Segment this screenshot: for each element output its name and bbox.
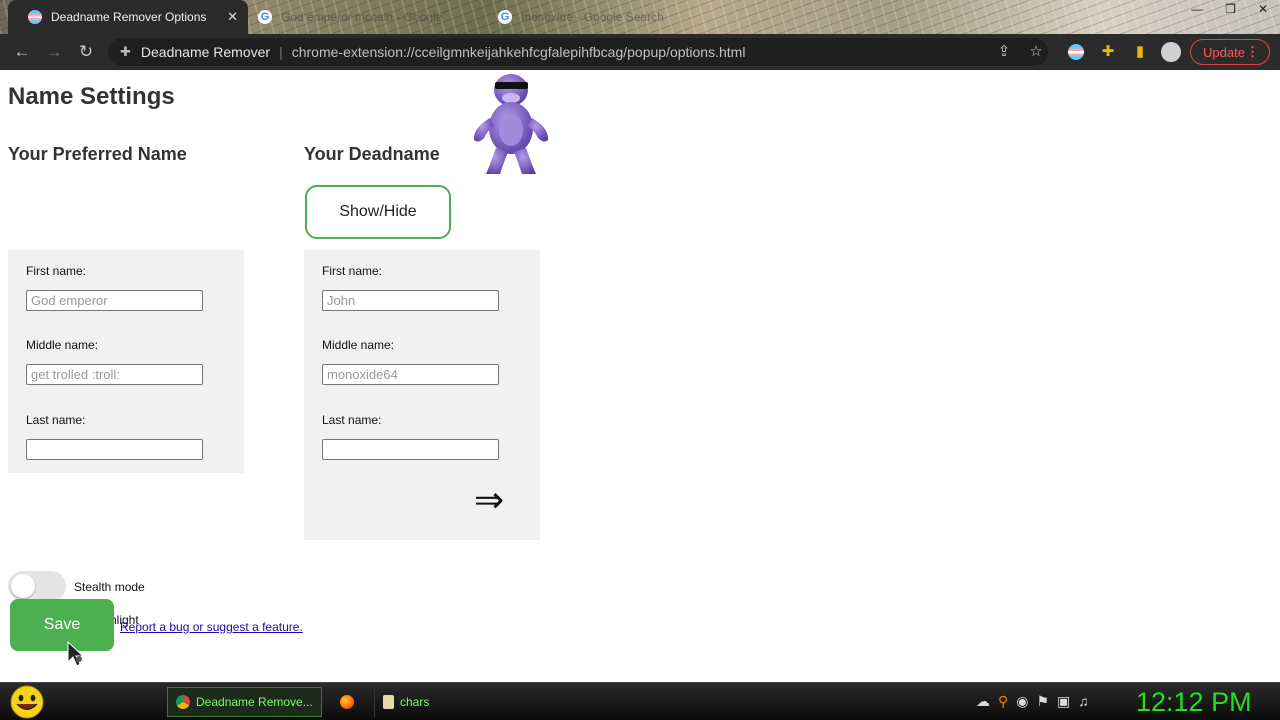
taskbar-clock[interactable]: 12:12 PM	[1136, 686, 1252, 718]
preferred-last-name-input[interactable]	[26, 439, 203, 460]
stealth-mode-label: Stealth mode	[74, 580, 145, 594]
display-icon[interactable]: ▣	[1057, 692, 1070, 710]
stealth-mode-toggle[interactable]	[8, 571, 66, 601]
profile-avatar-icon[interactable]	[1161, 42, 1181, 62]
deadname-middle-name-input[interactable]: monoxide64	[322, 364, 499, 385]
deadname-middle-name-label: Middle name:	[322, 338, 395, 352]
reload-icon[interactable]: ↻	[76, 42, 96, 62]
browser-tab-strip: Deadname Remover Options ✕ G God emperor…	[0, 0, 1280, 34]
search-tray-icon[interactable]: ⚲	[998, 692, 1008, 710]
preferred-first-name-label: First name:	[26, 264, 87, 278]
taskbar-item-label: Deadname Remove...	[196, 695, 313, 709]
restore-icon[interactable]: ❐	[1225, 0, 1236, 18]
url-text[interactable]: chrome-extension://cceilgmnkeijahkehfcgf…	[292, 44, 746, 60]
extension-trans-flag-icon[interactable]	[1067, 43, 1085, 61]
preferred-name-heading: Your Preferred Name	[8, 144, 187, 164]
google-icon: G	[258, 10, 272, 24]
network-icon[interactable]: ☁	[976, 692, 990, 710]
address-bar[interactable]: ✚ Deadname Remover | chrome-extension://…	[108, 38, 1048, 66]
deadname-panel: First name: John Middle name: monoxide64…	[304, 250, 540, 540]
window-controls: — ❐ ✕	[1191, 0, 1268, 18]
taskbar-item-label: chars	[400, 695, 430, 709]
os-taskbar: Deadname Remove... chars ☁ ⚲ ◉ ⚑ ▣ ♫ 12:…	[0, 682, 1280, 720]
trans-flag-icon	[28, 10, 42, 24]
chrome-icon	[176, 695, 190, 709]
back-arrow-icon[interactable]: ←	[12, 42, 32, 62]
report-bug-link[interactable]: Report a bug or suggest a feature.	[120, 620, 303, 634]
deadname-last-name-label: Last name:	[322, 413, 382, 427]
side-panel-icon[interactable]: ▮	[1131, 43, 1149, 61]
purple-gorilla-mascot-image	[473, 74, 549, 174]
toggle-knob	[11, 574, 35, 598]
preferred-name-panel: First name: God emperor Middle name: get…	[8, 250, 244, 473]
update-button[interactable]: Update ⋮	[1190, 39, 1270, 65]
tab-title: Deadname Remover Options	[51, 10, 207, 24]
smiley-start-icon[interactable]	[8, 684, 46, 720]
volume-icon[interactable]: ♫	[1078, 692, 1089, 710]
system-tray: ☁ ⚲ ◉ ⚑ ▣ ♫	[976, 692, 1089, 710]
taskbar-item-chrome[interactable]: Deadname Remove...	[167, 687, 322, 717]
puzzle-piece-icon: ✚	[120, 44, 131, 59]
tab-deadname-remover-options[interactable]: Deadname Remover Options ✕	[8, 0, 248, 34]
info-icon[interactable]: ◉	[1016, 692, 1028, 710]
google-icon: G	[498, 10, 512, 24]
taskbar-item-firefox[interactable]	[332, 687, 368, 717]
update-label: Update	[1203, 44, 1245, 60]
preferred-middle-name-input[interactable]: get trolled :troll:	[26, 364, 203, 385]
extensions-icon[interactable]: ✚	[1099, 43, 1117, 61]
close-icon[interactable]: ✕	[227, 9, 238, 25]
tab-google-search-mccain[interactable]: G God emperor mccain - Google	[252, 0, 482, 34]
star-icon[interactable]: ☆	[1027, 43, 1045, 61]
tab-google-search-monoxide[interactable]: G monoxide - Google Search	[492, 0, 722, 34]
close-window-icon[interactable]: ✕	[1258, 0, 1268, 18]
menu-dots-icon[interactable]: ⋮	[1246, 44, 1259, 60]
divider: |	[279, 44, 283, 60]
tab-title: God emperor mccain - Google	[281, 10, 443, 24]
tab-title: monoxide - Google Search	[521, 10, 664, 24]
minimize-icon[interactable]: —	[1191, 0, 1203, 18]
double-arrow-icon[interactable]: ⇒	[474, 482, 504, 518]
preferred-last-name-label: Last name:	[26, 413, 86, 427]
deadname-first-name-label: First name:	[322, 264, 383, 278]
preferred-middle-name-label: Middle name:	[26, 338, 99, 352]
save-button[interactable]: Save	[10, 599, 114, 651]
firefox-icon	[340, 695, 354, 709]
preferred-first-name-input[interactable]: God emperor	[26, 290, 203, 311]
options-page: Name Settings Your Preferred Name Your D…	[0, 70, 1280, 682]
browser-toolbar: ← → ↻ ✚ Deadname Remover | chrome-extens…	[0, 34, 1280, 70]
site-name: Deadname Remover	[140, 44, 271, 60]
share-icon[interactable]: ⇪	[995, 43, 1013, 61]
mouse-cursor-icon	[67, 640, 85, 667]
forward-arrow-icon[interactable]: →	[44, 42, 64, 62]
deadname-last-name-input[interactable]	[322, 439, 499, 460]
page-title: Name Settings	[8, 83, 175, 110]
show-hide-button[interactable]: Show/Hide	[305, 185, 451, 239]
taskbar-item-chars[interactable]: chars	[374, 687, 530, 717]
deadname-heading: Your Deadname	[304, 144, 440, 164]
flag-icon[interactable]: ⚑	[1036, 692, 1049, 710]
deadname-first-name-input[interactable]: John	[322, 290, 499, 311]
notepad-icon	[383, 695, 394, 709]
